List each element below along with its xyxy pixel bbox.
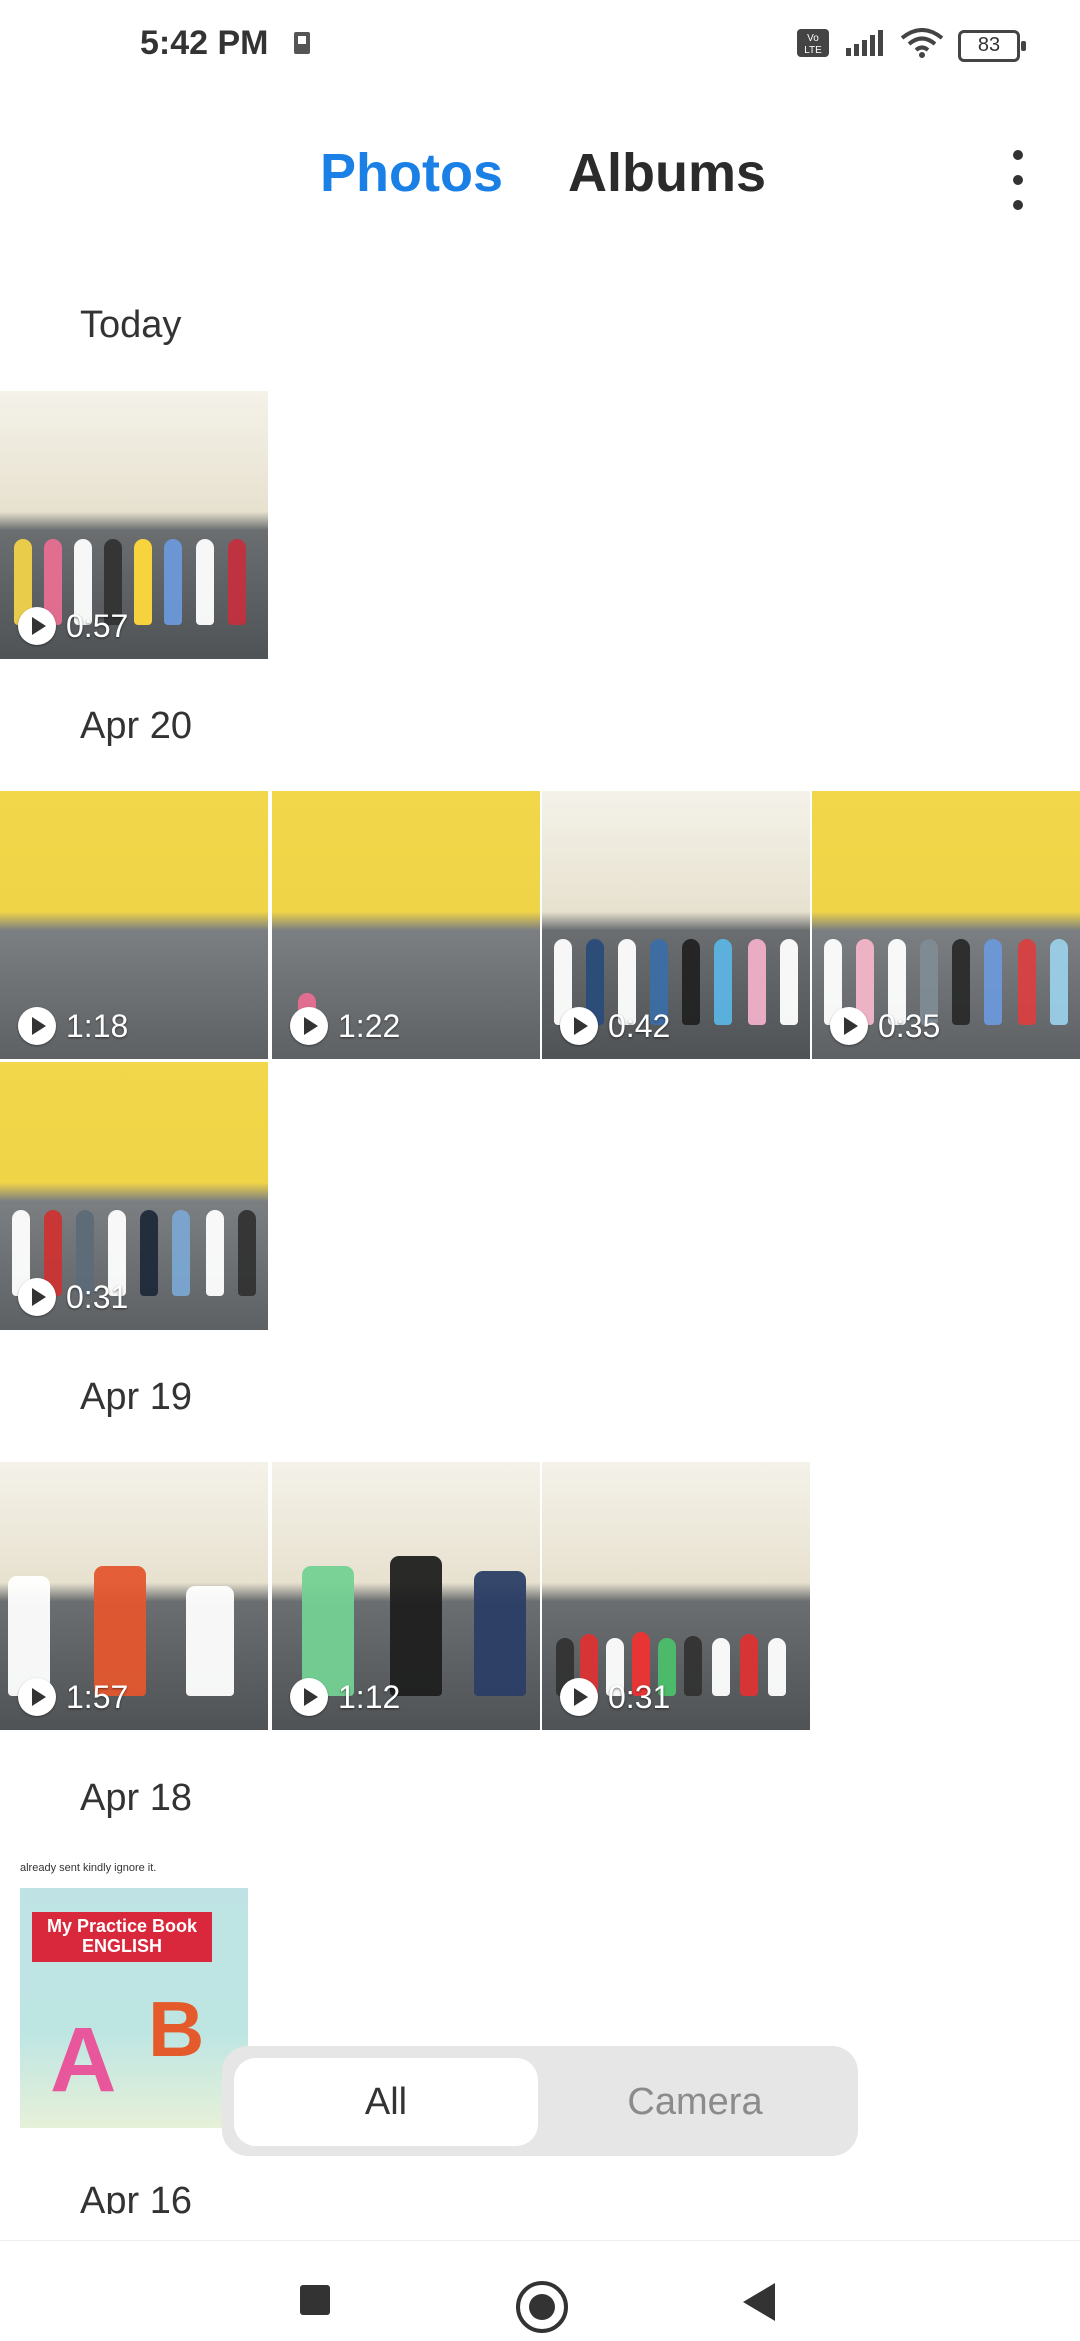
duration-text: 1:12: [338, 1678, 401, 1715]
duration-text: 0:57: [66, 607, 129, 644]
video-thumbnail[interactable]: 0:31: [542, 1462, 810, 1730]
video-thumbnail[interactable]: 1:12: [272, 1462, 540, 1730]
section-title-apr-19: Apr 19: [80, 1376, 192, 1418]
video-duration: 1:18: [18, 1007, 128, 1045]
status-icons: Vo LTE 83: [796, 28, 1026, 63]
recents-icon[interactable]: [300, 2285, 330, 2315]
book-subject: ENGLISH: [81, 1936, 162, 1956]
video-thumbnail[interactable]: 0:57: [0, 391, 268, 659]
play-icon: [18, 607, 56, 645]
play-icon: [830, 1007, 868, 1045]
play-icon: [18, 1278, 56, 1316]
play-icon: [560, 1678, 598, 1716]
play-icon: [560, 1007, 598, 1045]
video-thumbnail[interactable]: 1:22: [272, 791, 540, 1059]
duration-text: 0:31: [66, 1278, 129, 1315]
system-navigation-bar: [0, 2240, 1080, 2341]
video-thumbnail[interactable]: 0:42: [542, 791, 810, 1059]
signal-icon: [844, 28, 886, 63]
video-thumbnail[interactable]: 0:31: [0, 1062, 268, 1330]
more-options-button[interactable]: [998, 150, 1038, 210]
video-thumbnail[interactable]: 1:18: [0, 791, 268, 1059]
more-vertical-icon-dot: [1013, 175, 1023, 185]
video-duration: 0:42: [560, 1007, 670, 1045]
home-icon[interactable]: [516, 2281, 568, 2333]
video-duration: 0:31: [18, 1278, 128, 1316]
filter-all-button[interactable]: All: [234, 2058, 538, 2146]
wifi-icon: [900, 28, 944, 63]
filter-camera-button[interactable]: Camera: [544, 2058, 846, 2146]
video-thumbnail[interactable]: 0:35: [812, 791, 1080, 1059]
more-vertical-icon: [1013, 150, 1023, 160]
video-duration: 1:12: [290, 1678, 400, 1716]
section-title-today: Today: [80, 304, 182, 346]
video-duration: 1:57: [18, 1678, 128, 1716]
letter-b-illustration: B: [148, 1985, 205, 2073]
battery-level: 83: [977, 34, 1001, 56]
play-icon: [18, 1678, 56, 1716]
video-thumbnail[interactable]: 1:57: [0, 1462, 268, 1730]
letter-a-illustration: A: [50, 2009, 117, 2111]
duration-text: 0:42: [608, 1007, 671, 1044]
section-title-apr-16: Apr 16: [80, 2180, 192, 2214]
duration-text: 1:57: [66, 1678, 129, 1715]
section-title-apr-20: Apr 20: [80, 705, 192, 747]
video-duration: 0:35: [830, 1007, 940, 1045]
back-icon[interactable]: [743, 2283, 775, 2321]
book-ribbon: My Practice Book ENGLISH: [32, 1912, 212, 1962]
section-title-apr-18: Apr 18: [80, 1777, 192, 1819]
notification-icon: [292, 30, 314, 61]
battery-icon: 83: [958, 29, 1026, 62]
video-duration: 1:22: [290, 1007, 400, 1045]
image-caption-text: already sent kindly ignore it.: [20, 1862, 157, 1874]
filter-segmented-control: All Camera: [222, 2046, 858, 2156]
image-thumbnail[interactable]: My Practice Book ENGLISH A B: [20, 1888, 248, 2128]
duration-text: 1:18: [66, 1007, 129, 1044]
svg-text:LTE: LTE: [804, 45, 822, 56]
book-title: My Practice Book: [46, 1916, 198, 1936]
play-icon: [18, 1007, 56, 1045]
status-time: 5:42 PM: [140, 24, 269, 62]
volte-icon: Vo LTE: [796, 28, 830, 63]
tab-photos[interactable]: Photos: [320, 142, 503, 204]
play-icon: [290, 1007, 328, 1045]
duration-text: 0:35: [878, 1007, 941, 1044]
duration-text: 1:22: [338, 1007, 401, 1044]
more-vertical-icon-dot: [1013, 200, 1023, 210]
play-icon: [290, 1678, 328, 1716]
video-duration: 0:57: [18, 607, 128, 645]
tab-albums[interactable]: Albums: [568, 142, 766, 204]
video-duration: 0:31: [560, 1678, 670, 1716]
duration-text: 0:31: [608, 1678, 671, 1715]
svg-text:Vo: Vo: [807, 33, 819, 44]
